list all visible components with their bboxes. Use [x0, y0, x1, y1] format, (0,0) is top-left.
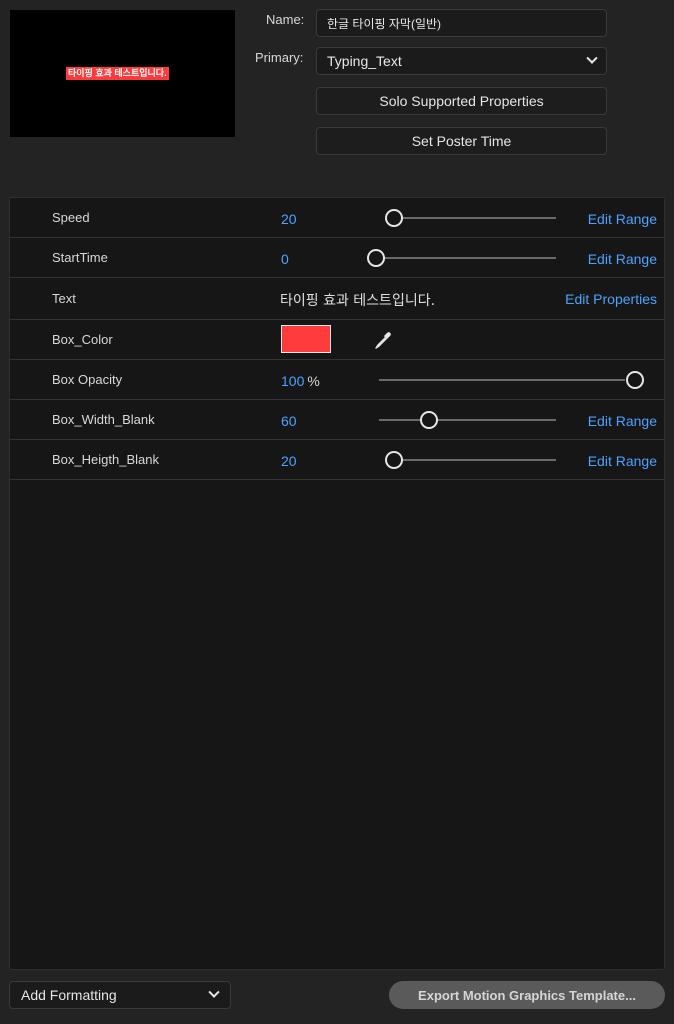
edit-range-link[interactable]: Edit Range [588, 211, 657, 227]
property-row-box-opacity: Box Opacity 100% [10, 360, 664, 400]
property-row-box-width-blank: Box_Width_Blank 60 Edit Range [10, 400, 664, 440]
property-name: Box Opacity [52, 372, 123, 387]
property-name: Box_Width_Blank [52, 412, 155, 427]
slider-knob[interactable] [367, 249, 385, 267]
edit-range-link[interactable]: Edit Range [588, 453, 657, 469]
preview-thumbnail: 타이핑 효과 테스트입니다. [10, 10, 235, 137]
property-name: Speed [52, 210, 90, 225]
edit-range-link[interactable]: Edit Range [588, 251, 657, 267]
primary-value: Typing_Text [327, 53, 402, 69]
slider-knob[interactable] [385, 209, 403, 227]
eyedropper-icon[interactable] [373, 330, 393, 350]
property-row-box-color: Box_Color [10, 320, 664, 360]
unit-label: % [307, 373, 320, 389]
slider-track [379, 379, 625, 381]
slider-knob[interactable] [626, 371, 644, 389]
box-opacity-slider[interactable] [379, 371, 644, 389]
slider-track [395, 459, 556, 461]
property-name: Box_Color [52, 332, 113, 347]
name-label: Name: [266, 12, 305, 27]
starttime-slider[interactable] [367, 249, 556, 267]
property-value[interactable]: 60 [281, 413, 297, 429]
property-row-speed: Speed 20 Edit Range [10, 198, 664, 238]
solo-supported-properties-button[interactable]: Solo Supported Properties [316, 87, 607, 115]
box-width-blank-slider[interactable] [379, 411, 556, 429]
property-row-text: Text 타이핑 효과 테스트입니다. Edit Properties [10, 278, 664, 320]
primary-label: Primary: [255, 50, 304, 65]
speed-slider[interactable] [385, 209, 556, 227]
slider-knob[interactable] [385, 451, 403, 469]
edit-properties-link[interactable]: Edit Properties [565, 291, 657, 307]
property-name: Box_Heigth_Blank [52, 452, 159, 467]
property-name: Text [52, 291, 76, 306]
edit-range-link[interactable]: Edit Range [588, 413, 657, 429]
slider-track [395, 217, 556, 219]
property-row-box-heigth-blank: Box_Heigth_Blank 20 Edit Range [10, 440, 664, 480]
export-motion-graphics-template-button[interactable]: Export Motion Graphics Template... [389, 981, 665, 1009]
name-field[interactable]: 한글 타이핑 자막(일반) [316, 9, 607, 37]
add-formatting-dropdown[interactable]: Add Formatting [9, 981, 231, 1009]
chevron-down-icon [208, 986, 220, 998]
property-value[interactable]: 0 [281, 251, 289, 267]
property-text-value[interactable]: 타이핑 효과 테스트입니다. [280, 290, 435, 310]
property-value[interactable]: 100% [281, 373, 320, 389]
properties-panel: Speed 20 Edit Range StartTime 0 Edit Ran… [9, 197, 665, 970]
property-row-starttime: StartTime 0 Edit Range [10, 238, 664, 278]
color-swatch[interactable] [281, 325, 331, 353]
primary-dropdown[interactable]: Typing_Text [316, 47, 607, 75]
box-heigth-blank-slider[interactable] [385, 451, 556, 469]
property-value[interactable]: 20 [281, 211, 297, 227]
slider-knob[interactable] [420, 411, 438, 429]
preview-caption: 타이핑 효과 테스트입니다. [66, 67, 169, 80]
slider-track [377, 257, 556, 259]
slider-track [379, 419, 556, 421]
add-formatting-label: Add Formatting [21, 987, 117, 1003]
property-name: StartTime [52, 250, 108, 265]
chevron-down-icon [586, 52, 598, 64]
name-value: 한글 타이핑 자막(일반) [327, 16, 442, 31]
set-poster-time-button[interactable]: Set Poster Time [316, 127, 607, 155]
property-value[interactable]: 20 [281, 453, 297, 469]
